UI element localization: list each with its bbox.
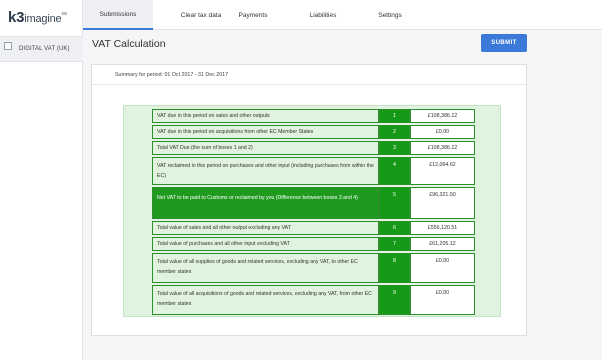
vat-row-1-description: VAT due in this period on sales and othe… bbox=[152, 109, 379, 123]
vat-row-3-description: Total VAT Due (the sum of boxes 1 and 2) bbox=[152, 141, 379, 155]
vat-row-4-value: £12,064.62 bbox=[410, 157, 475, 185]
vat-row-6-box: 6 bbox=[379, 221, 410, 235]
vat-row-3-value: £108,386.12 bbox=[410, 141, 475, 155]
vat-row-5-description: Net VAT to be paid to Customs or reclaim… bbox=[152, 187, 379, 219]
sidebar-item-label: DIGITAL VAT (UK) bbox=[19, 46, 70, 52]
broken-image-icon bbox=[4, 42, 12, 50]
tab-payments[interactable]: Payments bbox=[231, 0, 275, 30]
vat-row-6-description: Total value of sales and all other outpu… bbox=[152, 221, 379, 235]
vat-row-4-description: VAT reclaimed in this period on purchase… bbox=[152, 157, 379, 185]
vat-row-2-value: £0.00 bbox=[410, 125, 475, 139]
vat-row-8-box: 8 bbox=[379, 253, 410, 283]
vat-row-2-description: VAT due in this period on acquisitions f… bbox=[152, 125, 379, 139]
vat-row-1-box: 1 bbox=[379, 109, 410, 123]
summary-period: Summary for period: 01 Oct 2017 - 31 Dec… bbox=[115, 72, 229, 78]
tab-submissions[interactable]: Submissions bbox=[83, 0, 153, 30]
vat-row-6-value: £556,120.51 bbox=[410, 221, 475, 235]
vat-row-7-value: £61,205.12 bbox=[410, 237, 475, 251]
logo-imagine: imagine bbox=[24, 13, 62, 25]
summary-card: Summary for period: 01 Oct 2017 - 31 Dec… bbox=[91, 64, 527, 336]
vat-row-9-box: 9 bbox=[379, 285, 410, 315]
sidebar-item-digital-vat[interactable]: DIGITAL VAT (UK) bbox=[0, 36, 83, 62]
vat-row-5-value: £96,321.50 bbox=[410, 187, 475, 219]
k3-imagine-logo[interactable]: k3imagine∞ bbox=[8, 9, 67, 26]
vat-row-9-value: £0.00 bbox=[410, 285, 475, 315]
vat-row-5-box: 5 bbox=[379, 187, 410, 219]
card-header: Summary for period: 01 Oct 2017 - 31 Dec… bbox=[92, 65, 526, 85]
vat-row-9-description: Total value of all acquisitions of goods… bbox=[152, 285, 379, 315]
vat-row-7-description: Total value of purchases and all other i… bbox=[152, 237, 379, 251]
logo-k3: k3 bbox=[8, 9, 25, 26]
submit-button[interactable]: SUBMIT bbox=[481, 34, 527, 52]
page-title: VAT Calculation bbox=[92, 38, 166, 50]
vat-row-8-value: £0.00 bbox=[410, 253, 475, 283]
tab-clear-tax-data[interactable]: Clear tax data bbox=[169, 0, 233, 30]
sidebar: k3imagine∞ DIGITAL VAT (UK) bbox=[0, 0, 83, 360]
vat-row-7-box: 7 bbox=[379, 237, 410, 251]
top-nav: Submissions Clear tax data Payments Liab… bbox=[83, 0, 602, 30]
vat-row-4-box: 4 bbox=[379, 157, 410, 185]
tab-liabilities[interactable]: Liabilities bbox=[301, 0, 345, 30]
vat-row-3-box: 3 bbox=[379, 141, 410, 155]
logo-rings-icon: ∞ bbox=[61, 9, 67, 18]
vat-row-2-box: 2 bbox=[379, 125, 410, 139]
vat-row-1-value: £108,386.12 bbox=[410, 109, 475, 123]
vat-return-table: VAT due in this period on sales and othe… bbox=[123, 105, 501, 317]
tab-settings[interactable]: Settings bbox=[370, 0, 410, 30]
vat-row-8-description: Total value of all supplies of goods and… bbox=[152, 253, 379, 283]
